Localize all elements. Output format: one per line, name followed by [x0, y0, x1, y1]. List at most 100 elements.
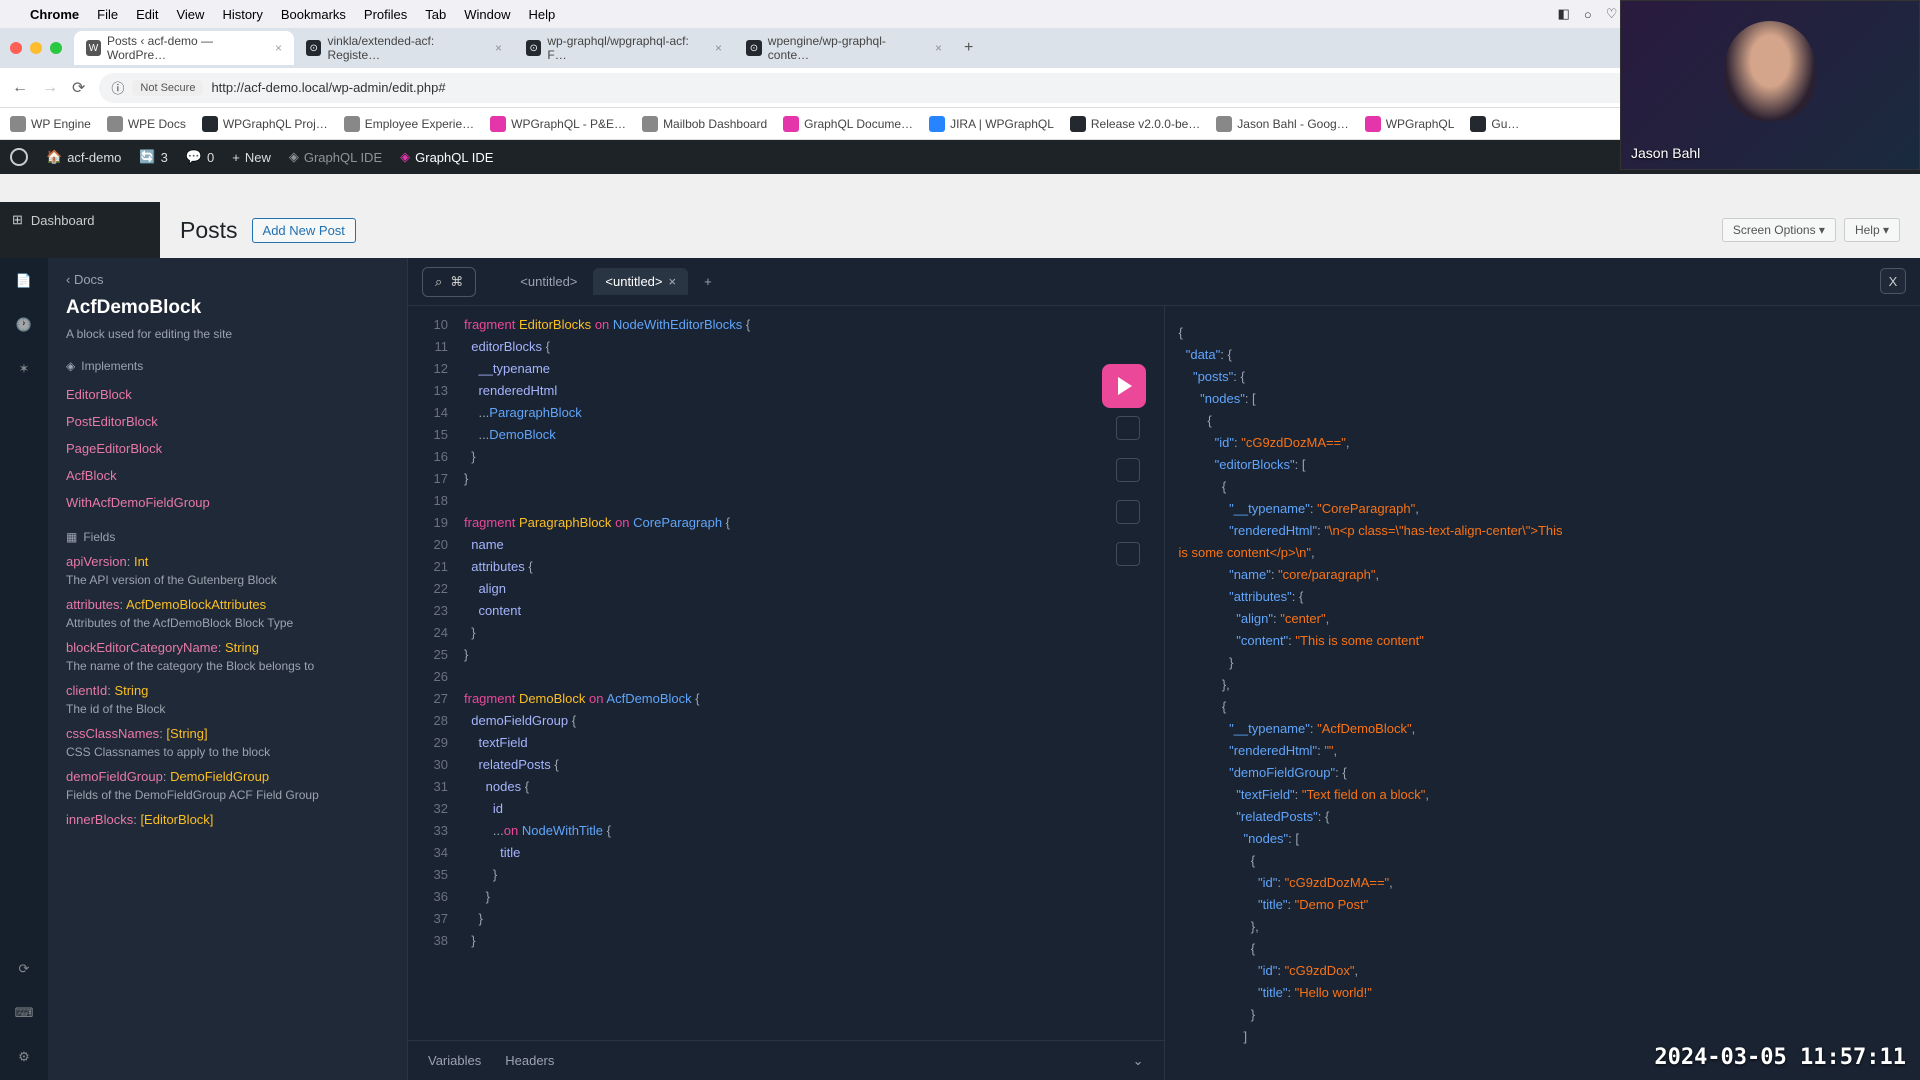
docs-back-link[interactable]: ‹ Docs: [66, 272, 389, 287]
close-window[interactable]: [10, 42, 22, 54]
docs-field[interactable]: blockEditorCategoryName: StringThe name …: [66, 640, 389, 673]
docs-type-title: AcfDemoBlock: [66, 297, 389, 319]
explorer-icon[interactable]: ✶: [13, 358, 35, 380]
docs-type-link[interactable]: AcfBlock: [66, 462, 389, 489]
browser-tab[interactable]: ⊙ vinkla/extended-acf: Registe… ×: [294, 31, 514, 65]
wordpress-logo-icon[interactable]: [10, 148, 28, 166]
browser-tab[interactable]: W Posts ‹ acf-demo — WordPre… ×: [74, 31, 294, 65]
bookmark[interactable]: Mailbob Dashboard: [642, 116, 767, 132]
shortcuts-icon[interactable]: ⌨: [13, 1002, 35, 1024]
bookmark[interactable]: Jason Bahl - Goog…: [1216, 116, 1348, 132]
bookmark[interactable]: JIRA | WPGraphQL: [929, 116, 1054, 132]
graphiql-sidebar: 📄 🕐 ✶ ⟳ ⌨ ⚙: [0, 258, 48, 1080]
result-viewer[interactable]: { "data": { "posts": { "nodes": [ { "id"…: [1165, 306, 1920, 1080]
variables-tab[interactable]: Variables: [428, 1050, 481, 1072]
bookmark-favicon: [202, 116, 218, 132]
docs-field[interactable]: attributes: AcfDemoBlockAttributesAttrib…: [66, 597, 389, 630]
copy-icon[interactable]: [1116, 416, 1140, 440]
site-info-icon[interactable]: ⓘ: [111, 78, 124, 97]
menu-tab[interactable]: Tab: [425, 7, 446, 22]
editor-tab-active[interactable]: <untitled>×: [593, 268, 688, 295]
nav-dashboard[interactable]: ⊞ Dashboard: [0, 202, 160, 238]
bookmark[interactable]: WPGraphQL: [1365, 116, 1455, 132]
new-tab-button[interactable]: +: [954, 39, 983, 57]
forward-button[interactable]: →: [42, 79, 58, 97]
docs-field[interactable]: clientId: StringThe id of the Block: [66, 683, 389, 716]
minimize-window[interactable]: [30, 42, 42, 54]
menu-file[interactable]: File: [97, 7, 118, 22]
posts-header: Posts Add New Post Screen Options ▾ Help…: [160, 202, 1920, 258]
bookmark[interactable]: Employee Experie…: [344, 116, 474, 132]
new-content[interactable]: +New: [232, 150, 271, 165]
execute-button[interactable]: [1102, 364, 1146, 408]
docs-type-link[interactable]: PostEditorBlock: [66, 408, 389, 435]
graphql-ide-link[interactable]: ◈GraphQL IDE: [289, 149, 382, 165]
reload-button[interactable]: ⟳: [72, 78, 85, 98]
status-icon[interactable]: ♡: [1606, 6, 1618, 22]
prettify-icon[interactable]: [1116, 458, 1140, 482]
bookmark[interactable]: GraphQL Docume…: [783, 116, 913, 132]
menu-edit[interactable]: Edit: [136, 7, 158, 22]
presenter-name: Jason Bahl: [1631, 145, 1700, 161]
browser-tab[interactable]: ⊙ wp-graphql/wpgraphql-acf: F… ×: [514, 31, 734, 65]
search-shortcut[interactable]: ⌕ ⌘: [422, 267, 476, 297]
status-icon[interactable]: ○: [1584, 7, 1592, 22]
collapse-icon[interactable]: ⌄: [1133, 1050, 1144, 1072]
merge-icon[interactable]: [1116, 500, 1140, 524]
docs-icon[interactable]: 📄: [13, 270, 35, 292]
menu-profiles[interactable]: Profiles: [364, 7, 407, 22]
docs-type-link[interactable]: WithAcfDemoFieldGroup: [66, 489, 389, 516]
bookmark-favicon: [642, 116, 658, 132]
close-tab-icon[interactable]: ×: [495, 41, 502, 55]
status-icon[interactable]: ◧: [1558, 6, 1570, 22]
settings-icon[interactable]: ⚙: [13, 1046, 35, 1068]
docs-field[interactable]: apiVersion: IntThe API version of the Gu…: [66, 554, 389, 587]
docs-field[interactable]: demoFieldGroup: DemoFieldGroupFields of …: [66, 769, 389, 802]
add-tab-button[interactable]: +: [692, 268, 724, 295]
bookmark[interactable]: Gu…: [1470, 116, 1519, 132]
open-icon[interactable]: [1116, 542, 1140, 566]
updates[interactable]: 🔄3: [139, 149, 167, 165]
not-secure-badge[interactable]: Not Secure: [132, 80, 203, 96]
history-icon[interactable]: 🕐: [13, 314, 35, 336]
docs-type-link[interactable]: EditorBlock: [66, 381, 389, 408]
close-tab-icon[interactable]: ×: [669, 274, 677, 289]
close-ide-button[interactable]: X: [1880, 268, 1906, 294]
close-tab-icon[interactable]: ×: [715, 41, 722, 55]
bookmark[interactable]: WPGraphQL - P&E…: [490, 116, 626, 132]
docs-type-link[interactable]: PageEditorBlock: [66, 435, 389, 462]
url-field[interactable]: ⓘ Not Secure http://acf-demo.local/wp-ad…: [99, 73, 1841, 103]
refetch-icon[interactable]: ⟳: [13, 958, 35, 980]
bookmark[interactable]: Release v2.0.0-be…: [1070, 116, 1200, 132]
app-name[interactable]: Chrome: [30, 7, 79, 22]
comments[interactable]: 💬0: [186, 149, 214, 165]
graphql-ide-link-active[interactable]: ◈GraphQL IDE: [400, 149, 493, 165]
close-tab-icon[interactable]: ×: [935, 41, 942, 55]
maximize-window[interactable]: [50, 42, 62, 54]
screen-options-button[interactable]: Screen Options ▾: [1722, 218, 1836, 242]
comment-icon: 💬: [186, 149, 202, 165]
back-button[interactable]: ←: [12, 79, 28, 97]
menu-bookmarks[interactable]: Bookmarks: [281, 7, 346, 22]
dashboard-icon: ⊞: [12, 212, 23, 228]
tab-title: wpengine/wp-graphql-conte…: [768, 34, 925, 62]
query-editor[interactable]: 1011121314151617181920212223242526272829…: [408, 306, 1165, 1080]
headers-tab[interactable]: Headers: [505, 1050, 554, 1072]
menu-view[interactable]: View: [176, 7, 204, 22]
bookmark[interactable]: WP Engine: [10, 116, 91, 132]
menu-history[interactable]: History: [222, 7, 262, 22]
menu-help[interactable]: Help: [529, 7, 556, 22]
bookmark[interactable]: WPE Docs: [107, 116, 186, 132]
browser-tab[interactable]: ⊙ wpengine/wp-graphql-conte… ×: [734, 31, 954, 65]
editor-tab[interactable]: <untitled>: [508, 268, 589, 295]
close-tab-icon[interactable]: ×: [275, 41, 282, 55]
menu-window[interactable]: Window: [464, 7, 510, 22]
add-new-post-button[interactable]: Add New Post: [252, 218, 356, 243]
search-icon: ⌕: [435, 274, 442, 290]
help-button[interactable]: Help ▾: [1844, 218, 1900, 242]
docs-field[interactable]: innerBlocks: [EditorBlock]: [66, 812, 389, 827]
bookmark[interactable]: WPGraphQL Proj…: [202, 116, 328, 132]
docs-field[interactable]: cssClassNames: [String]CSS Classnames to…: [66, 726, 389, 759]
site-name[interactable]: 🏠acf-demo: [46, 149, 121, 165]
cmd-icon: ⌘: [450, 274, 463, 290]
